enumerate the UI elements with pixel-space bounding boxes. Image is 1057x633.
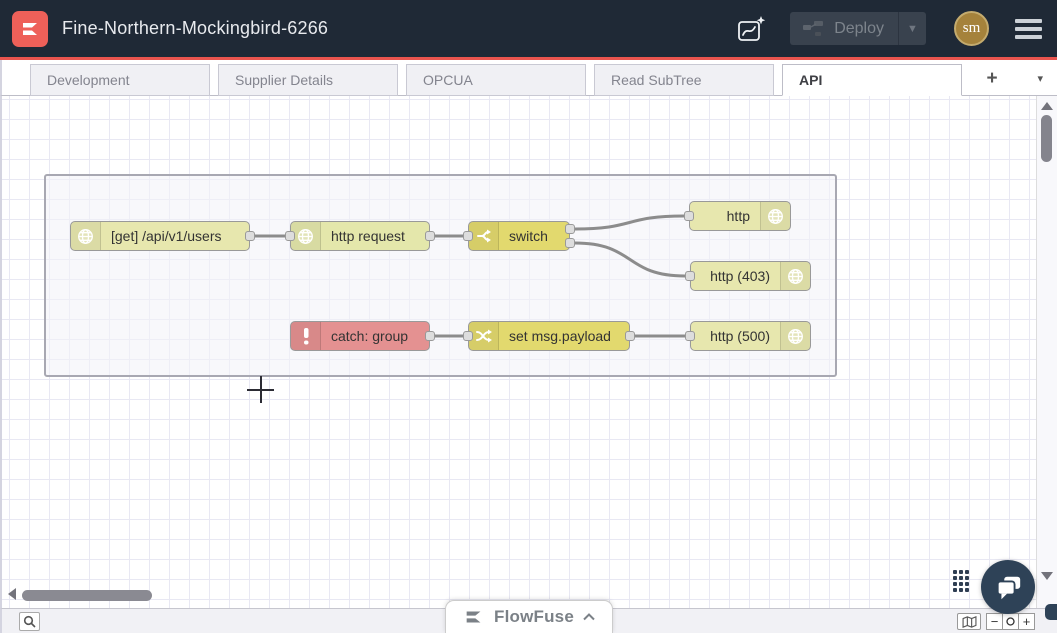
- tab-supplier-details[interactable]: Supplier Details: [218, 64, 398, 96]
- fork-icon: [469, 222, 499, 250]
- globe-icon: [780, 262, 810, 290]
- shuffle-icon: [469, 322, 499, 350]
- deploy-button[interactable]: Deploy ▼: [790, 12, 926, 45]
- node-label: http (403): [691, 262, 780, 290]
- deploy-button-label: Deploy: [834, 20, 884, 38]
- input-port[interactable]: [685, 271, 695, 281]
- scroll-down-icon[interactable]: [1041, 572, 1053, 580]
- chat-corner-element: [1045, 604, 1057, 620]
- chat-bubbles-icon: [993, 572, 1023, 602]
- output-port[interactable]: [245, 231, 255, 241]
- search-button[interactable]: [19, 612, 40, 631]
- map-icon: [962, 616, 977, 628]
- tab-development[interactable]: Development: [30, 64, 210, 96]
- navigator-button[interactable]: [957, 613, 981, 630]
- deploy-nodes-icon: [802, 20, 824, 38]
- user-avatar[interactable]: sm: [954, 11, 989, 46]
- flow-tabs: DevelopmentSupplier DetailsOPCUARead Sub…: [30, 64, 962, 96]
- ai-assistant-icon[interactable]: [734, 12, 768, 46]
- chat-drag-handle[interactable]: [953, 570, 969, 592]
- input-port[interactable]: [685, 331, 695, 341]
- exclamation-icon: [291, 322, 321, 350]
- scroll-up-icon[interactable]: [1041, 102, 1053, 110]
- instance-title: Fine-Northern-Mockingbird-6266: [62, 18, 328, 39]
- node-label: http: [690, 202, 760, 230]
- flow-node-http-response-403[interactable]: http (403): [690, 261, 811, 291]
- node-label: set msg.payload: [499, 322, 629, 350]
- globe-icon: [780, 322, 810, 350]
- scroll-left-icon[interactable]: [8, 588, 16, 600]
- vertical-scrollbar[interactable]: [1036, 96, 1057, 608]
- output-port[interactable]: [425, 231, 435, 241]
- flow-node-http-response-500[interactable]: http (500): [690, 321, 811, 351]
- node-label: [get] /api/v1/users: [101, 222, 249, 250]
- flowfuse-panel-toggle[interactable]: FlowFuse: [445, 600, 613, 633]
- flow-node-switch[interactable]: switch: [468, 221, 570, 251]
- flow-list-caret[interactable]: ▾: [1037, 72, 1043, 85]
- deploy-options-caret[interactable]: ▼: [898, 12, 926, 45]
- output-port[interactable]: [565, 238, 575, 248]
- avatar-initials: sm: [963, 20, 981, 37]
- flowfuse-gray-logo-icon: [463, 606, 485, 628]
- search-icon: [23, 615, 36, 628]
- flow-node-http-request[interactable]: http request: [290, 221, 430, 251]
- zoom-in-button[interactable]: +: [1018, 613, 1035, 630]
- zoom-out-button[interactable]: −: [986, 613, 1003, 630]
- node-label: http request: [321, 222, 429, 250]
- node-label: switch: [499, 222, 569, 250]
- input-port[interactable]: [463, 331, 473, 341]
- vertical-scroll-thumb[interactable]: [1041, 115, 1052, 162]
- input-port[interactable]: [684, 211, 694, 221]
- zoom-reset-icon: [1006, 617, 1015, 626]
- globe-icon: [71, 222, 101, 250]
- flow-tab-bar: DevelopmentSupplier DetailsOPCUARead Sub…: [0, 60, 1057, 96]
- flowfuse-logo-icon[interactable]: [12, 11, 48, 47]
- tab-opcua[interactable]: OPCUA: [406, 64, 586, 96]
- input-port[interactable]: [285, 231, 295, 241]
- chat-widget-button[interactable]: [981, 560, 1035, 614]
- horizontal-scroll-thumb[interactable]: [22, 590, 152, 601]
- globe-icon: [291, 222, 321, 250]
- node-label: http (500): [691, 322, 780, 350]
- flow-node-catch-group[interactable]: catch: group: [290, 321, 430, 351]
- header: Fine-Northern-Mockingbird-6266 Deploy ▼: [0, 0, 1057, 60]
- flow-canvas[interactable]: [get] /api/v1/users http request switch htt…: [0, 96, 1057, 608]
- flowfuse-label: FlowFuse: [494, 607, 574, 627]
- output-port[interactable]: [565, 224, 575, 234]
- globe-icon: [760, 202, 790, 230]
- flow-node-http-response[interactable]: http: [689, 201, 791, 231]
- main-menu-icon[interactable]: [1015, 19, 1042, 39]
- zoom-reset-button[interactable]: [1002, 613, 1019, 630]
- chevron-up-icon: [583, 613, 595, 621]
- tab-read-subtree[interactable]: Read SubTree: [594, 64, 774, 96]
- tab-api[interactable]: API: [782, 64, 962, 96]
- flow-node-change[interactable]: set msg.payload: [468, 321, 630, 351]
- output-port[interactable]: [625, 331, 635, 341]
- input-port[interactable]: [463, 231, 473, 241]
- add-flow-button[interactable]: +: [979, 68, 1005, 92]
- output-port[interactable]: [425, 331, 435, 341]
- node-label: catch: group: [321, 322, 429, 350]
- flow-node-http-in[interactable]: [get] /api/v1/users: [70, 221, 250, 251]
